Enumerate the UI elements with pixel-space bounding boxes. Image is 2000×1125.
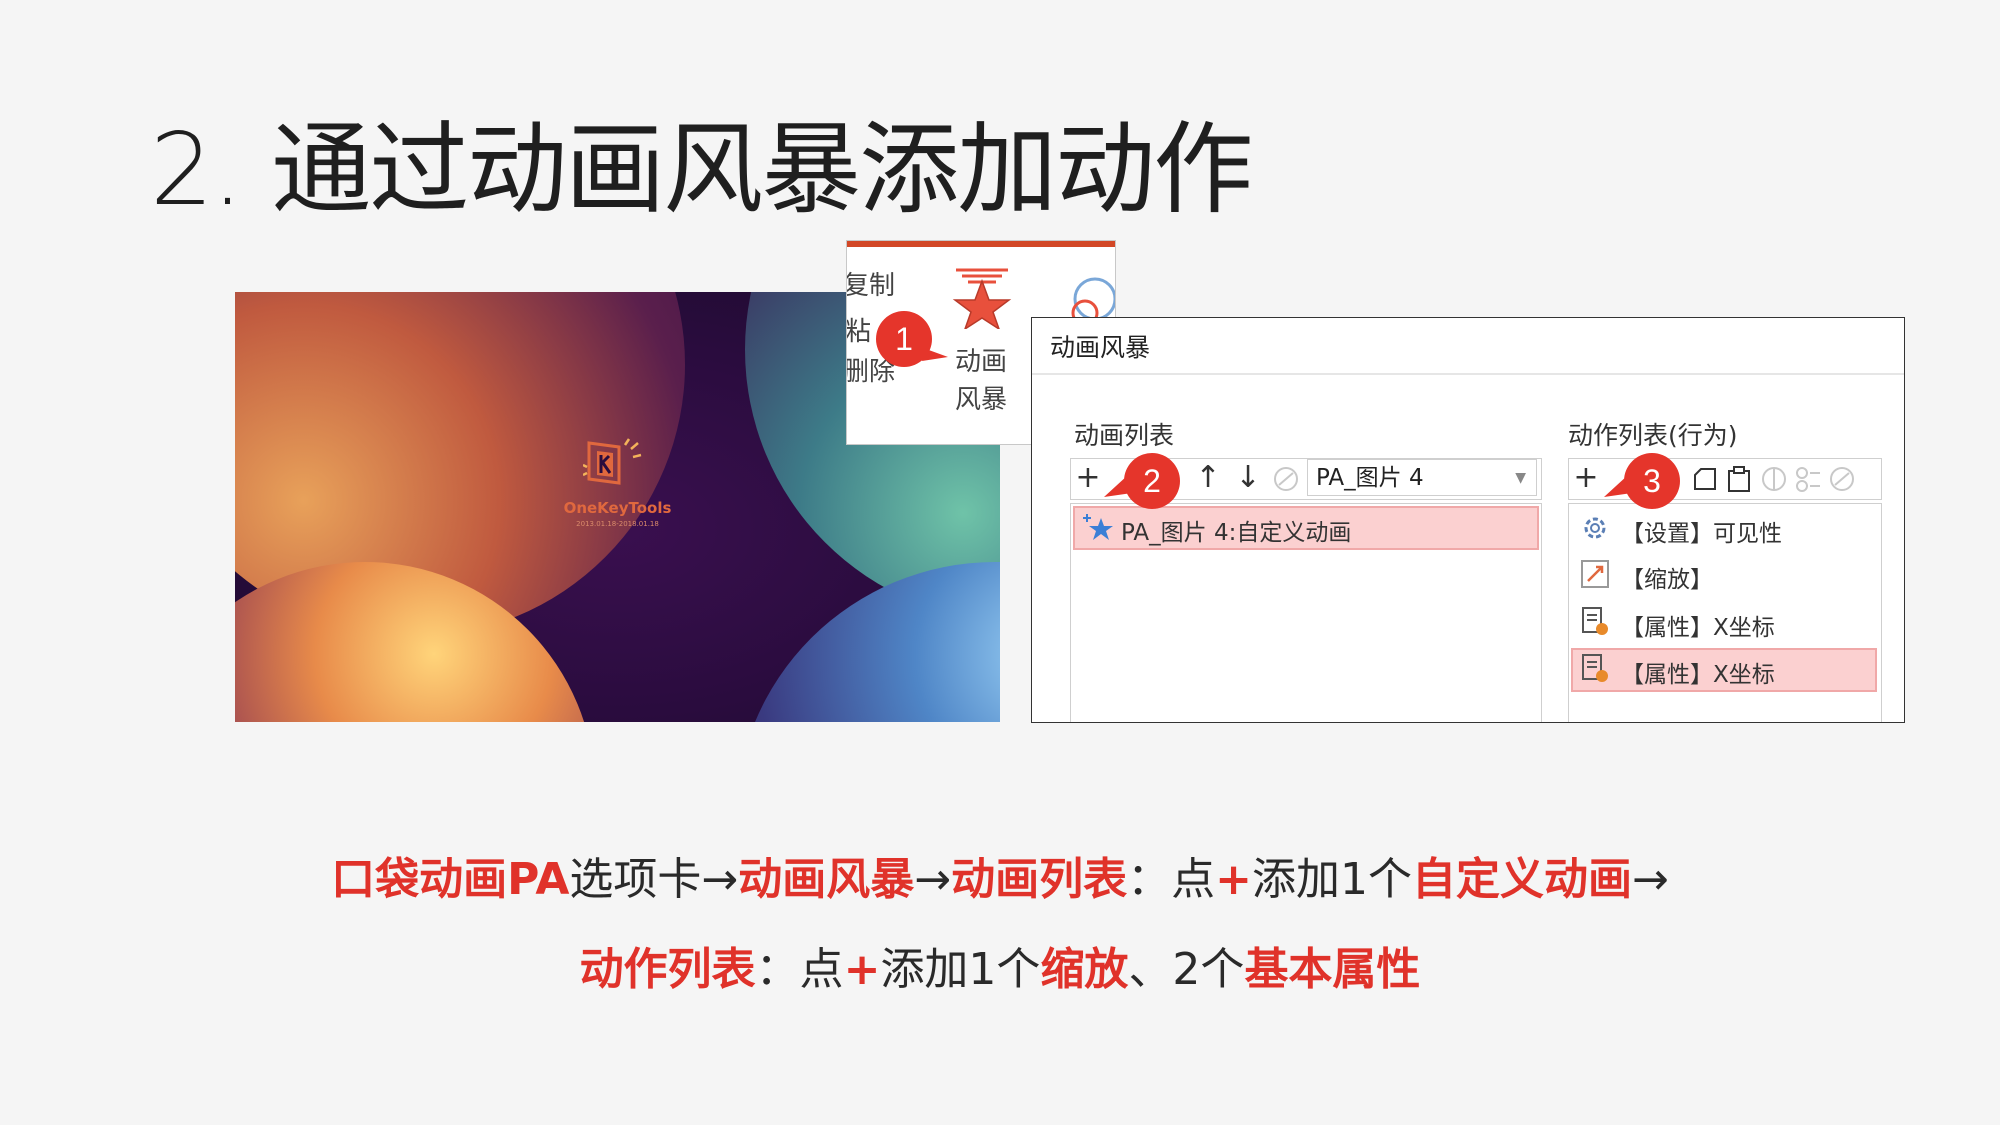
property-doc-icon	[1582, 654, 1608, 682]
callout-3: 3	[1604, 453, 1684, 513]
element-select[interactable]: PA_图片 4 ▼	[1307, 459, 1537, 496]
scale-arrow-icon	[1581, 560, 1609, 588]
caption-line-2: 动作列表：点+添加1个缩放、2个基本属性	[0, 933, 2000, 997]
anim-move-up-button[interactable]: ↑	[1191, 459, 1225, 497]
orb-bottom-right	[735, 562, 1000, 722]
callout-2: 2	[1104, 453, 1184, 513]
caption-segment: 缩放	[1040, 944, 1129, 995]
caption-segment: 、2个	[1128, 944, 1245, 995]
action-list: 【设置】可见性 【缩放】 【属性】X坐标 【属性】X坐标	[1568, 503, 1882, 722]
caption-segment: +	[843, 944, 881, 995]
group-disabled-icon	[1796, 467, 1820, 492]
callout-1-number: 1	[895, 321, 913, 357]
copy-action-icon[interactable]	[1691, 465, 1721, 493]
property-doc-icon	[1582, 607, 1608, 635]
caption-segment: →	[1632, 854, 1669, 905]
callout-1: 1	[876, 311, 948, 371]
caption-segment: →	[914, 854, 952, 905]
callout-2-number: 2	[1143, 463, 1161, 499]
anim-item-label: PA_图片 4:自定义动画	[1121, 520, 1352, 546]
logo-name: OneKeyTools	[563, 499, 672, 517]
onekeytools-logo-icon	[583, 438, 642, 485]
action-item-label: 【属性】X坐标	[1621, 662, 1775, 688]
remove-disabled-icon	[1830, 467, 1854, 491]
action-list-label: 动作列表(行为)	[1568, 421, 1738, 450]
caption-segment: 动画列表	[951, 854, 1128, 905]
action-item-label: 【设置】可见性	[1621, 521, 1782, 547]
caption-segment: +	[1215, 854, 1252, 905]
list-item-selected[interactable]: 【属性】X坐标	[1571, 648, 1877, 692]
split-disabled-icon	[1762, 467, 1786, 491]
list-item[interactable]: 【属性】X坐标	[1571, 600, 1877, 644]
anim-disabled-icon	[1274, 467, 1298, 491]
anim-list: PA_图片 4:自定义动画	[1070, 503, 1542, 722]
anim-list-label: 动画列表	[1074, 421, 1175, 450]
anim-move-down-button[interactable]: ↓	[1231, 459, 1265, 497]
action-item-label: 【属性】X坐标	[1621, 615, 1775, 641]
caption-segment: 口袋动画PA	[331, 854, 570, 905]
caption-segment: ：点	[1127, 854, 1216, 905]
caption-segment: 选项卡→	[569, 854, 739, 905]
ribbon-accent-bar	[847, 241, 1115, 247]
dialog-separator	[1032, 373, 1904, 375]
caption-segment: 动作列表	[579, 944, 756, 995]
caption-segment: 自定义动画	[1412, 854, 1632, 905]
callout-3-number: 3	[1643, 463, 1661, 499]
caption-segment: 添加1个	[880, 944, 1041, 995]
caption-segment: 动画风暴	[738, 854, 915, 905]
animation-storm-dialog: 动画风暴 动画列表 + ↑ ↓ PA_图片 4 ▼ PA_图片 4:自定义动画 …	[1031, 317, 1905, 723]
element-select-value: PA_图片 4	[1316, 465, 1424, 491]
caption-segment: 基本属性	[1244, 944, 1421, 995]
paste-action-icon[interactable]	[1725, 465, 1755, 493]
logo-date: 2013.01.18-2018.01.18	[576, 520, 659, 528]
settings-gear-icon	[1584, 517, 1606, 539]
paste-button[interactable]: 粘	[847, 311, 871, 348]
dialog-title: 动画风暴	[1050, 333, 1151, 362]
custom-animation-star-icon	[1083, 514, 1113, 540]
caption-segment: ：点	[755, 944, 844, 995]
copy-button[interactable]: 复制	[847, 265, 895, 302]
chevron-down-icon: ▼	[1515, 470, 1526, 486]
action-item-label: 【缩放】	[1621, 567, 1713, 593]
page-title: 2. 通过动画风暴添加动作	[150, 111, 1253, 228]
list-item[interactable]: 【缩放】	[1571, 552, 1877, 596]
caption-segment: 添加1个	[1252, 854, 1412, 905]
storm-label-line2[interactable]: 风暴	[955, 379, 1007, 416]
caption-line-1: 口袋动画PA选项卡→动画风暴→动画列表：点+添加1个自定义动画→	[0, 843, 2000, 907]
